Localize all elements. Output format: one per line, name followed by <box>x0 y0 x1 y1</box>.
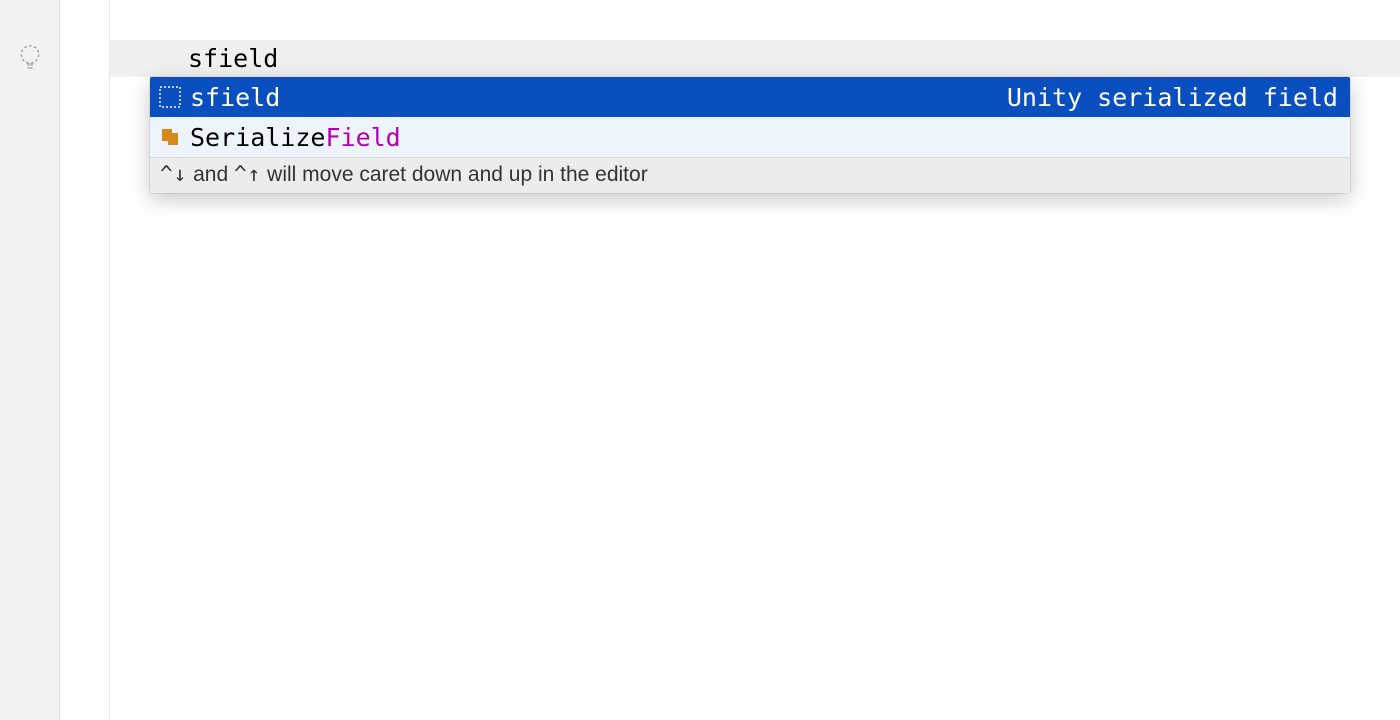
active-code-line[interactable]: sfield <box>110 40 1400 77</box>
completion-label: sfield <box>190 83 280 112</box>
completion-hint: ^↓ and ^↑ will move caret down and up in… <box>150 157 1350 193</box>
type-icon <box>158 125 182 149</box>
editor-area[interactable]: sfield sfield Unity serialized field <box>110 0 1400 720</box>
completion-label: SerializeField <box>190 123 401 152</box>
app-root: sfield sfield Unity serialized field <box>0 0 1400 720</box>
completion-item-serializefield[interactable]: SerializeField <box>150 117 1350 157</box>
completion-item-sfield[interactable]: sfield Unity serialized field <box>150 77 1350 117</box>
line-number-strip <box>60 0 110 720</box>
lightbulb-hint-icon[interactable] <box>15 42 45 72</box>
left-gutter <box>0 0 60 720</box>
template-icon <box>158 85 182 109</box>
shortcut-ctrl-down: ^↓ <box>160 162 187 186</box>
shortcut-ctrl-up: ^↑ <box>234 162 261 186</box>
typed-text: sfield <box>188 44 278 73</box>
completion-popup: sfield Unity serialized field SerializeF… <box>150 77 1350 193</box>
completion-description: Unity serialized field <box>1007 83 1338 112</box>
